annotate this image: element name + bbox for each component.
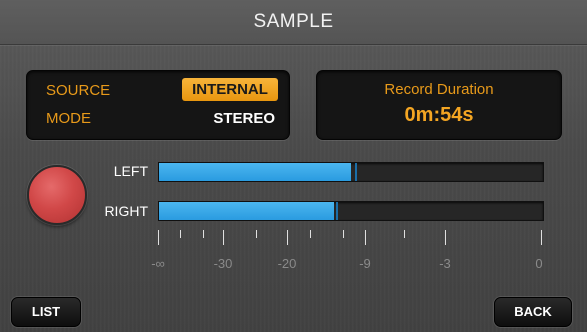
scale-tick (203, 230, 204, 238)
title-bar: SAMPLE (0, 0, 587, 45)
scale-tick (541, 230, 542, 245)
scale-tick (310, 230, 311, 238)
record-button[interactable] (27, 165, 87, 225)
scale-tick (287, 230, 288, 245)
list-button[interactable]: LIST (11, 297, 81, 327)
scale-label-minus-30: -30 (213, 256, 233, 271)
settings-panel: SOURCE INTERNAL MODE STEREO (26, 70, 290, 140)
record-duration-label: Record Duration (384, 81, 494, 98)
mode-value[interactable]: STEREO (213, 110, 275, 127)
scale-tick (256, 230, 257, 238)
scale-label-minus-3: -3 (439, 256, 451, 271)
source-value[interactable]: INTERNAL (182, 78, 278, 101)
right-level-meter (158, 201, 544, 221)
scale-tick (180, 230, 181, 238)
right-peak-marker (335, 202, 338, 220)
mode-label: MODE (46, 110, 91, 127)
scale-tick (158, 230, 159, 245)
record-duration-panel: Record Duration 0m:54s (316, 70, 562, 140)
scale-label-minus-9: -9 (359, 256, 371, 271)
sample-screen: SAMPLE SOURCE INTERNAL MODE STEREO Recor… (0, 0, 587, 332)
scale-label-minus-20: -20 (277, 256, 297, 271)
left-meter-label: LEFT (113, 163, 148, 179)
scale-label-0: 0 (535, 256, 543, 271)
scale-label-neg-infinity: -∞ (151, 256, 165, 271)
db-scale: -∞ -30 -20 -9 -3 0 (151, 226, 543, 276)
right-level-fill (159, 202, 334, 220)
scale-tick (343, 230, 344, 238)
right-meter-label: RIGHT (104, 203, 148, 219)
back-button[interactable]: BACK (494, 297, 572, 327)
scale-tick (223, 230, 224, 245)
scale-tick (404, 230, 405, 238)
page-title: SAMPLE (253, 11, 334, 32)
scale-tick (365, 230, 366, 245)
left-level-meter (158, 162, 544, 182)
scale-tick (445, 230, 446, 245)
record-duration-value: 0m:54s (404, 104, 474, 126)
left-level-fill (159, 163, 351, 181)
source-label: SOURCE (46, 82, 111, 99)
left-peak-marker (354, 163, 357, 181)
